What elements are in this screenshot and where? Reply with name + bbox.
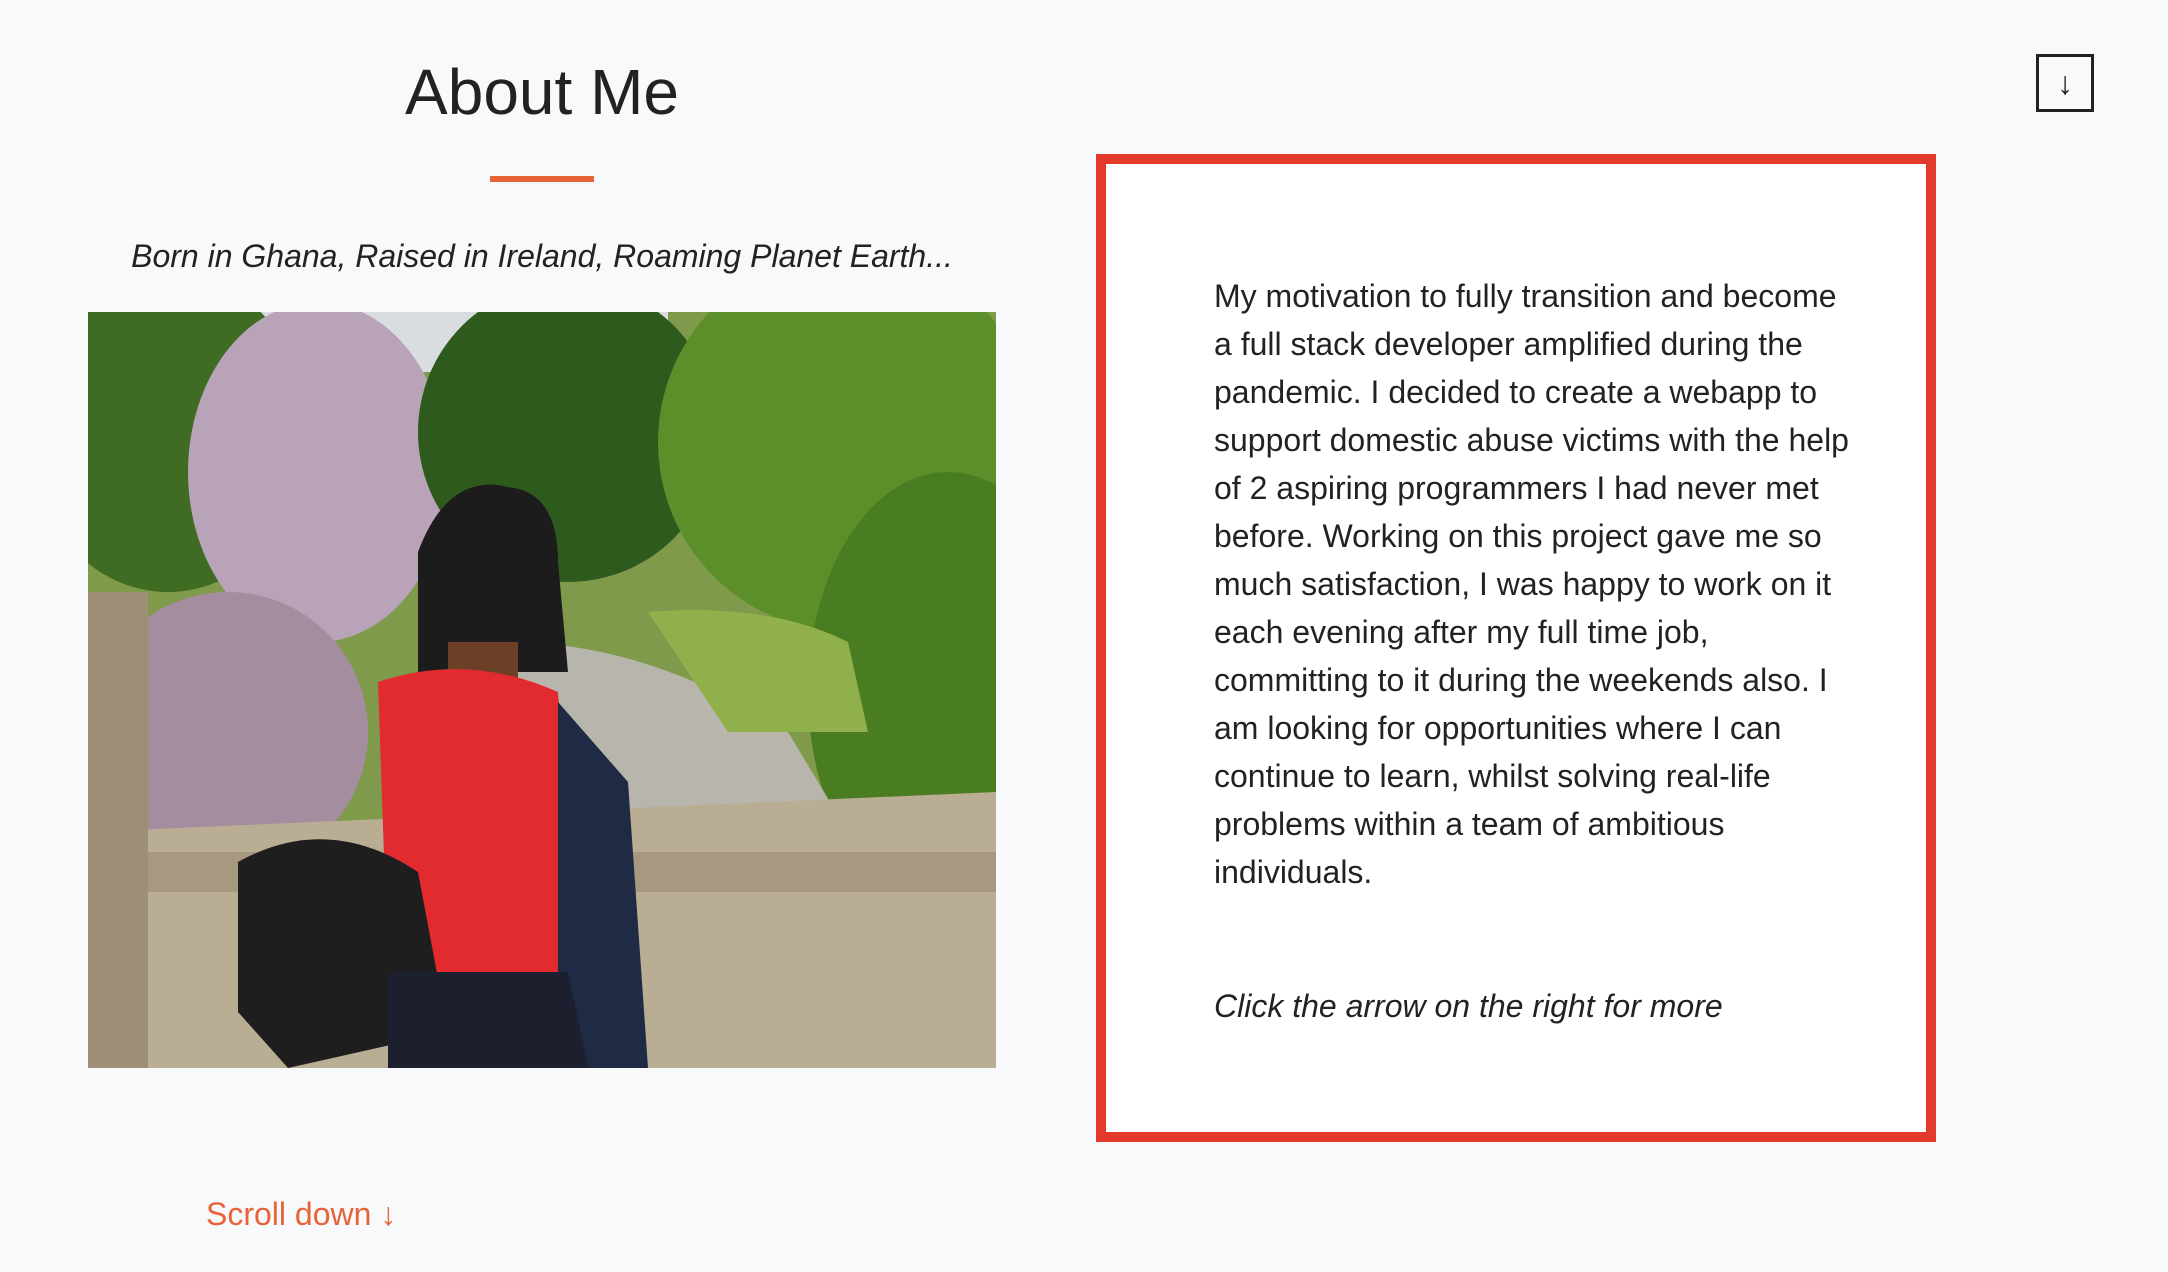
next-section-button[interactable]: ↓	[2036, 54, 2094, 112]
tagline: Born in Ghana, Raised in Ireland, Roamin…	[131, 238, 953, 274]
scroll-down-link[interactable]: Scroll down ↓	[206, 1190, 396, 1238]
page-title: About Me	[405, 56, 679, 128]
about-page: About Me Born in Ghana, Raised in Irelan…	[0, 0, 2168, 1272]
profile-photo	[88, 312, 996, 1068]
about-body-text: My motivation to fully transition and be…	[1214, 278, 1849, 890]
about-text-card: My motivation to fully transition and be…	[1096, 154, 1936, 1142]
arrow-down-icon: ↓	[2057, 64, 2073, 101]
about-cta-text: Click the arrow on the right for more	[1214, 988, 1723, 1024]
title-underline	[490, 176, 594, 182]
